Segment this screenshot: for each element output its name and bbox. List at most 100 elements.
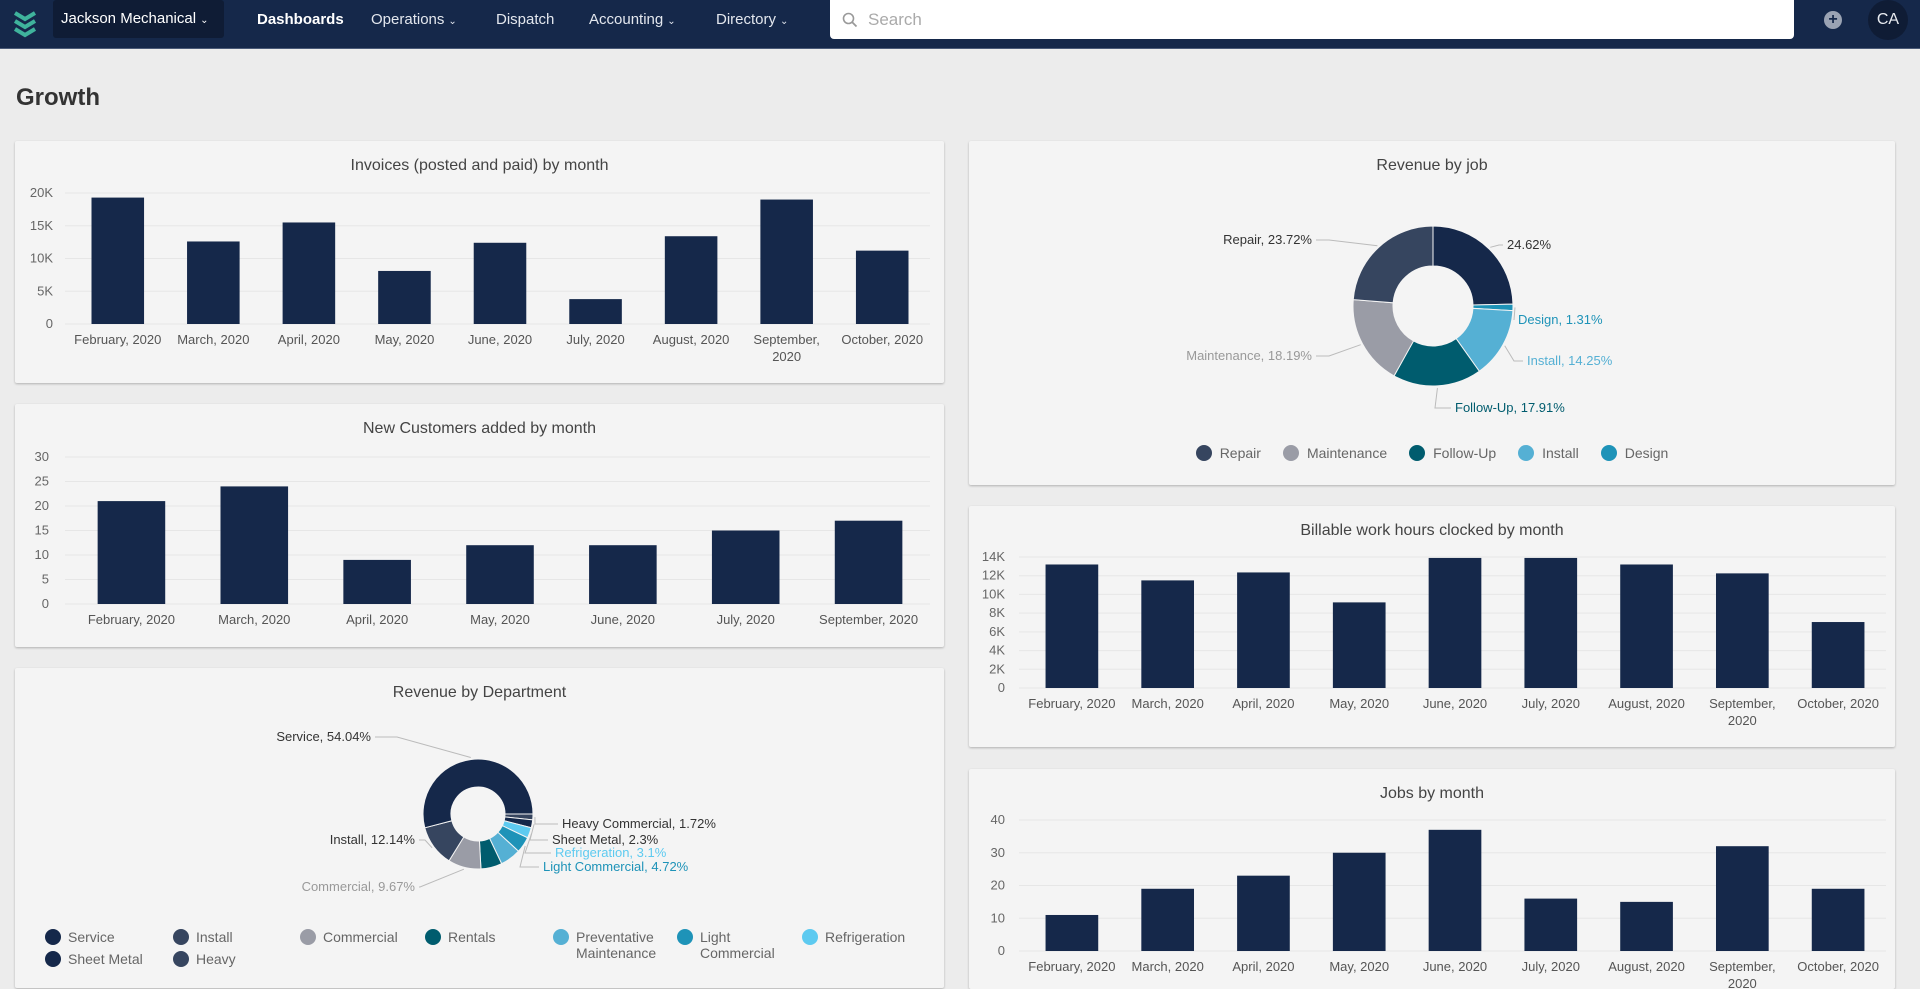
- nav-dispatch[interactable]: Dispatch: [496, 0, 554, 40]
- x-tick-label: March, 2020: [218, 612, 290, 627]
- legend-swatch: [802, 929, 818, 945]
- y-tick-label: 4K: [989, 643, 1005, 658]
- search-icon: [842, 12, 858, 27]
- logo-chevrons-icon[interactable]: [12, 10, 38, 38]
- leader-line: [1490, 244, 1503, 248]
- pie-slice[interactable]: [1352, 225, 1434, 304]
- bar[interactable]: [1428, 557, 1482, 688]
- x-tick-label: August, 2020: [653, 332, 730, 347]
- legend-item[interactable]: Commercial: [300, 929, 425, 945]
- x-tick-label: October, 2020: [1797, 696, 1879, 711]
- bar[interactable]: [1811, 888, 1865, 951]
- x-tick-label: September, 2020: [1709, 959, 1776, 989]
- legend-item[interactable]: Maintenance: [1282, 445, 1387, 461]
- x-tick-label: May, 2020: [375, 332, 435, 347]
- legend-item[interactable]: Sheet Metal: [45, 951, 170, 967]
- plus-circle-icon[interactable]: +: [1824, 11, 1842, 29]
- legend-item[interactable]: Service: [45, 929, 170, 945]
- legend-item[interactable]: Design: [1600, 445, 1668, 461]
- bar[interactable]: [1141, 888, 1195, 951]
- x-tick-label: August, 2020: [1608, 696, 1685, 711]
- bar[interactable]: [855, 250, 909, 324]
- y-tick-label: 5: [42, 572, 49, 587]
- bar[interactable]: [1237, 875, 1290, 951]
- bar[interactable]: [1811, 622, 1865, 688]
- x-tick-label: June, 2020: [1423, 959, 1487, 974]
- bar[interactable]: [589, 545, 657, 604]
- leader-line: [534, 817, 558, 825]
- bar[interactable]: [1715, 846, 1769, 951]
- bar[interactable]: [664, 236, 718, 324]
- legend-swatch: [1518, 445, 1535, 461]
- bar[interactable]: [1332, 602, 1386, 688]
- legend-item[interactable]: Light Commercial: [677, 929, 802, 961]
- x-tick-label: February, 2020: [1028, 959, 1115, 974]
- bar[interactable]: [1715, 573, 1769, 688]
- x-tick-label: September, 2020: [819, 612, 918, 627]
- legend-swatch: [553, 929, 569, 945]
- bar[interactable]: [1332, 852, 1386, 951]
- y-tick-label: 25: [35, 474, 49, 489]
- legend-item[interactable]: Install: [173, 929, 298, 945]
- nav-directory[interactable]: Directory ⌄: [716, 0, 788, 40]
- x-tick-label: March, 2020: [1132, 696, 1204, 711]
- legend-item[interactable]: Heavy: [173, 951, 298, 967]
- bar[interactable]: [378, 270, 431, 324]
- leader-line: [1504, 345, 1523, 362]
- bar[interactable]: [1524, 557, 1578, 688]
- x-tick-label: February, 2020: [1028, 696, 1115, 711]
- bar[interactable]: [1237, 572, 1290, 688]
- x-tick-label: May, 2020: [1329, 696, 1389, 711]
- bar[interactable]: [711, 530, 780, 605]
- legend-item[interactable]: Follow-Up: [1409, 445, 1496, 461]
- company-switcher[interactable]: Jackson Mechanical ⌄: [53, 0, 224, 38]
- bar[interactable]: [343, 559, 411, 604]
- leader-line: [529, 824, 548, 841]
- bar[interactable]: [220, 486, 289, 604]
- pie-slice[interactable]: [1432, 225, 1514, 306]
- bar[interactable]: [91, 197, 145, 324]
- bar[interactable]: [1524, 898, 1578, 951]
- legend-item[interactable]: Repair: [1195, 445, 1261, 461]
- legend-item[interactable]: Preventative Maintenance: [553, 929, 678, 961]
- legend-item[interactable]: Refrigeration: [802, 929, 927, 945]
- y-tick-label: 20: [35, 498, 49, 513]
- bar[interactable]: [569, 299, 622, 324]
- slice-label: Light Commercial, 4.72%: [543, 859, 689, 874]
- chevron-down-icon: ⌄: [667, 16, 676, 27]
- bar[interactable]: [1045, 564, 1099, 688]
- bar[interactable]: [282, 222, 336, 324]
- x-tick-label: April, 2020: [1232, 959, 1294, 974]
- nav-operations[interactable]: Operations ⌄: [371, 0, 457, 40]
- chevron-down-icon: ⌄: [448, 16, 457, 27]
- slice-label: Maintenance, 18.19%: [1186, 348, 1312, 363]
- leader-line: [1434, 387, 1451, 409]
- nav-accounting[interactable]: Accounting ⌄: [589, 0, 676, 40]
- search-input[interactable]: [868, 9, 1768, 30]
- slice-label: Design, 1.31%: [1518, 312, 1603, 327]
- bar[interactable]: [97, 501, 166, 604]
- x-tick-label: September, 2020: [1709, 696, 1776, 728]
- bar[interactable]: [473, 242, 527, 324]
- slice-label: Commercial, 9.67%: [302, 879, 416, 894]
- bar[interactable]: [466, 545, 534, 604]
- bar[interactable]: [1428, 829, 1482, 951]
- legend-item[interactable]: Install: [1518, 445, 1579, 461]
- bar[interactable]: [760, 199, 813, 324]
- revenue-by-job-card: Revenue by job 24.62% Design, 1.31% Instal…: [969, 141, 1895, 485]
- legend-item[interactable]: Rentals: [425, 929, 550, 945]
- avatar[interactable]: CA: [1868, 0, 1908, 40]
- nav-dashboards[interactable]: Dashboards: [257, 0, 344, 40]
- top-nav: Jackson Mechanical ⌄ Dashboards Operation…: [0, 0, 1920, 49]
- bar[interactable]: [1141, 580, 1195, 688]
- y-tick-label: 12K: [982, 568, 1005, 583]
- bar[interactable]: [1620, 901, 1673, 951]
- bar[interactable]: [1045, 914, 1099, 951]
- x-tick-label: March, 2020: [177, 332, 249, 347]
- bar[interactable]: [834, 520, 903, 604]
- search-bar[interactable]: [830, 0, 1794, 39]
- bar[interactable]: [187, 241, 240, 324]
- bar[interactable]: [1620, 564, 1673, 688]
- x-tick-label: March, 2020: [1132, 959, 1204, 974]
- x-tick-label: June, 2020: [591, 612, 655, 627]
